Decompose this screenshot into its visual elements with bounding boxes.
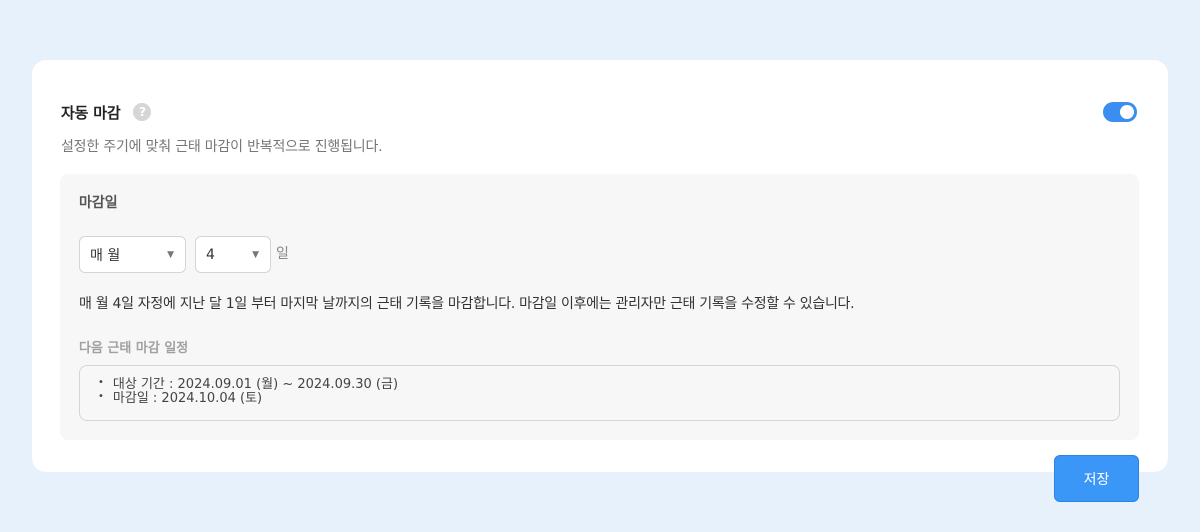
day-unit-label: 일 [276, 246, 289, 262]
closing-day-label: 마감일 [79, 195, 118, 211]
bullet-icon: • [98, 376, 104, 388]
day-select[interactable]: 4 ▼ [195, 236, 271, 273]
question-circle-icon[interactable]: ? [133, 103, 152, 121]
caret-down-icon: ▼ [167, 250, 174, 260]
next-schedule-label: 다음 근태 마감 일정 [79, 341, 189, 356]
month-select-value: 매 월 [90, 247, 121, 264]
caret-down-icon: ▼ [252, 250, 259, 260]
closing-description: 매 월 4일 자정에 지난 달 1일 부터 마지막 날까지의 근태 기록을 마감… [79, 296, 855, 312]
auto-closing-card: 자동 마감 ? 설정한 주기에 맞춰 근태 마감이 반복적으로 진행됩니다. 마… [32, 60, 1168, 472]
bullet-icon: • [98, 390, 104, 402]
section-subtitle: 설정한 주기에 맞춰 근태 마감이 반복적으로 진행됩니다. [61, 139, 383, 155]
schedule-closing-date: 마감일 : 2024.10.04 (토) [112, 390, 263, 406]
save-button[interactable]: 저장 [1054, 455, 1139, 502]
next-schedule-box: • 대상 기간 : 2024.09.01 (월) ~ 2024.09.30 (금… [79, 365, 1120, 421]
title-row: 자동 마감 ? [61, 100, 152, 124]
list-item: • 마감일 : 2024.10.04 (토) [98, 389, 1119, 406]
closing-settings-panel: 마감일 매 월 ▼ 4 ▼ 일 매 월 4일 자정에 지난 달 1일 부터 마지… [60, 174, 1139, 440]
auto-closing-toggle[interactable] [1103, 102, 1137, 122]
section-title: 자동 마감 [61, 103, 121, 122]
month-select[interactable]: 매 월 ▼ [79, 236, 186, 273]
toggle-knob [1120, 105, 1134, 119]
day-select-value: 4 [206, 246, 215, 263]
